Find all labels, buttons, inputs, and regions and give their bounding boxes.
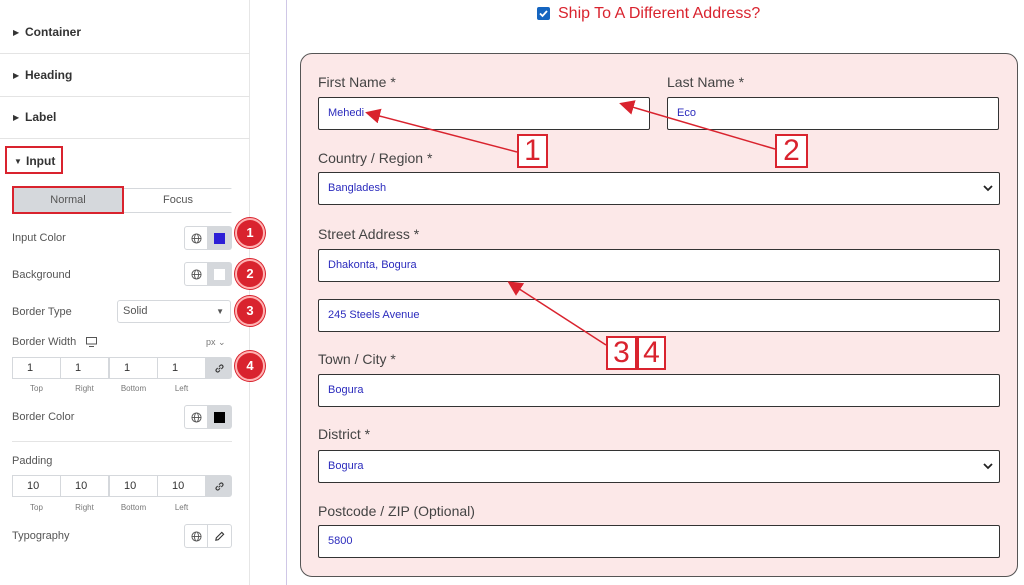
annotation-number: 1 xyxy=(517,134,548,168)
arrow-2 xyxy=(619,100,776,150)
annotation-arrows xyxy=(365,100,776,346)
annotation-number: 4 xyxy=(637,336,666,370)
arrow-1 xyxy=(365,108,518,153)
annotation-number: 2 xyxy=(775,134,808,168)
arrow-3 xyxy=(507,281,607,346)
annotation-number: 3 xyxy=(606,336,637,370)
